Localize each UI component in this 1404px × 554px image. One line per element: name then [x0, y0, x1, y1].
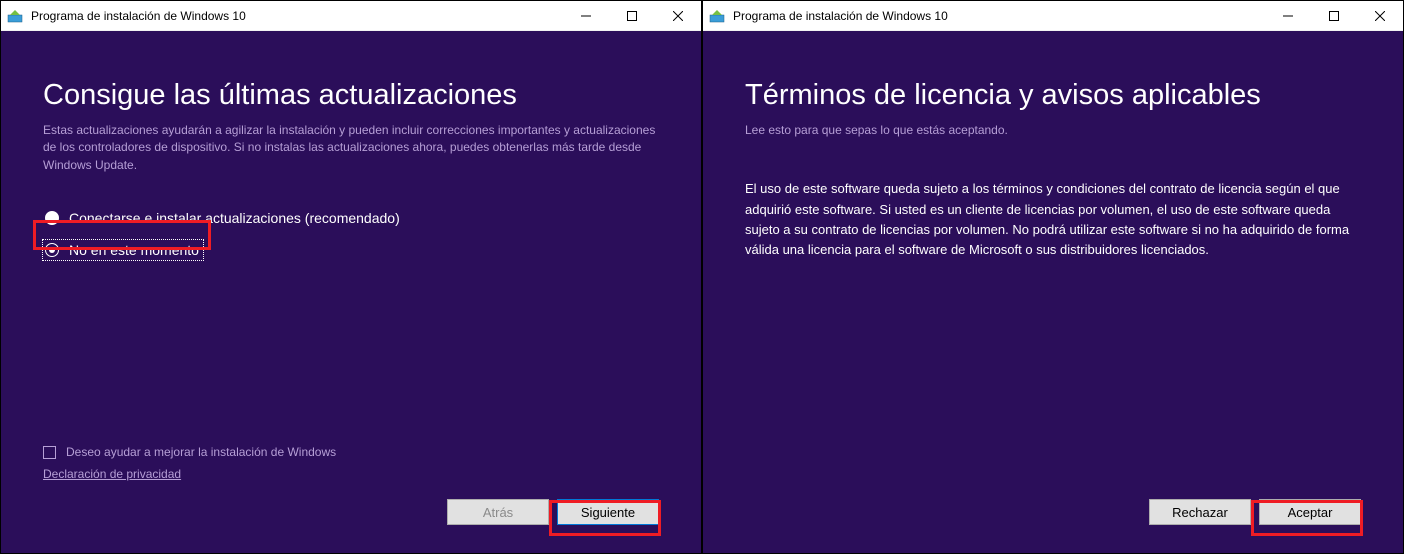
- nav-buttons: Atrás Siguiente: [43, 499, 659, 525]
- titlebar: Programa de instalación de Windows 10: [703, 1, 1403, 31]
- radio-icon: [45, 211, 59, 225]
- license-text: El uso de este software queda sujeto a l…: [745, 179, 1361, 260]
- app-icon: [7, 8, 23, 24]
- nav-buttons: Rechazar Aceptar: [745, 499, 1361, 525]
- maximize-button[interactable]: [1311, 1, 1357, 30]
- minimize-button[interactable]: [1265, 1, 1311, 30]
- help-improve-row[interactable]: Deseo ayudar a mejorar la instalación de…: [43, 445, 659, 459]
- window-controls: [1265, 1, 1403, 30]
- client-area: Términos de licencia y avisos aplicables…: [703, 31, 1403, 553]
- close-button[interactable]: [1357, 1, 1403, 30]
- accept-button[interactable]: Aceptar: [1259, 499, 1361, 525]
- option-label: No en este momento: [69, 242, 199, 258]
- close-button[interactable]: [655, 1, 701, 30]
- option-not-now[interactable]: No en este momento: [43, 240, 203, 260]
- footer-area: Rechazar Aceptar: [745, 483, 1361, 529]
- updates-window: Programa de instalación de Windows 10 Co…: [0, 0, 702, 554]
- page-subtitle: Lee esto para que sepas lo que estás ace…: [745, 122, 1361, 139]
- back-button: Atrás: [447, 499, 549, 525]
- radio-icon: [45, 243, 59, 257]
- client-area: Consigue las últimas actualizaciones Est…: [1, 31, 701, 553]
- reject-button[interactable]: Rechazar: [1149, 499, 1251, 525]
- app-icon: [709, 8, 725, 24]
- page-title: Términos de licencia y avisos aplicables: [745, 79, 1361, 112]
- page-title: Consigue las últimas actualizaciones: [43, 79, 659, 112]
- page-subtitle: Estas actualizaciones ayudarán a agiliza…: [43, 122, 659, 174]
- maximize-button[interactable]: [609, 1, 655, 30]
- help-improve-label: Deseo ayudar a mejorar la instalación de…: [66, 445, 336, 459]
- privacy-link[interactable]: Declaración de privacidad: [43, 467, 181, 481]
- titlebar: Programa de instalación de Windows 10: [1, 1, 701, 31]
- option-label: Conectarse e instalar actualizaciones (r…: [69, 210, 400, 226]
- window-title: Programa de instalación de Windows 10: [733, 9, 1265, 23]
- window-controls: [563, 1, 701, 30]
- option-install-updates[interactable]: Conectarse e instalar actualizaciones (r…: [43, 208, 404, 228]
- update-options: Conectarse e instalar actualizaciones (r…: [43, 202, 659, 266]
- checkbox-icon: [43, 446, 56, 459]
- footer-area: Deseo ayudar a mejorar la instalación de…: [43, 445, 659, 529]
- next-button[interactable]: Siguiente: [557, 499, 659, 525]
- license-window: Programa de instalación de Windows 10 Té…: [702, 0, 1404, 554]
- window-title: Programa de instalación de Windows 10: [31, 9, 563, 23]
- minimize-button[interactable]: [563, 1, 609, 30]
